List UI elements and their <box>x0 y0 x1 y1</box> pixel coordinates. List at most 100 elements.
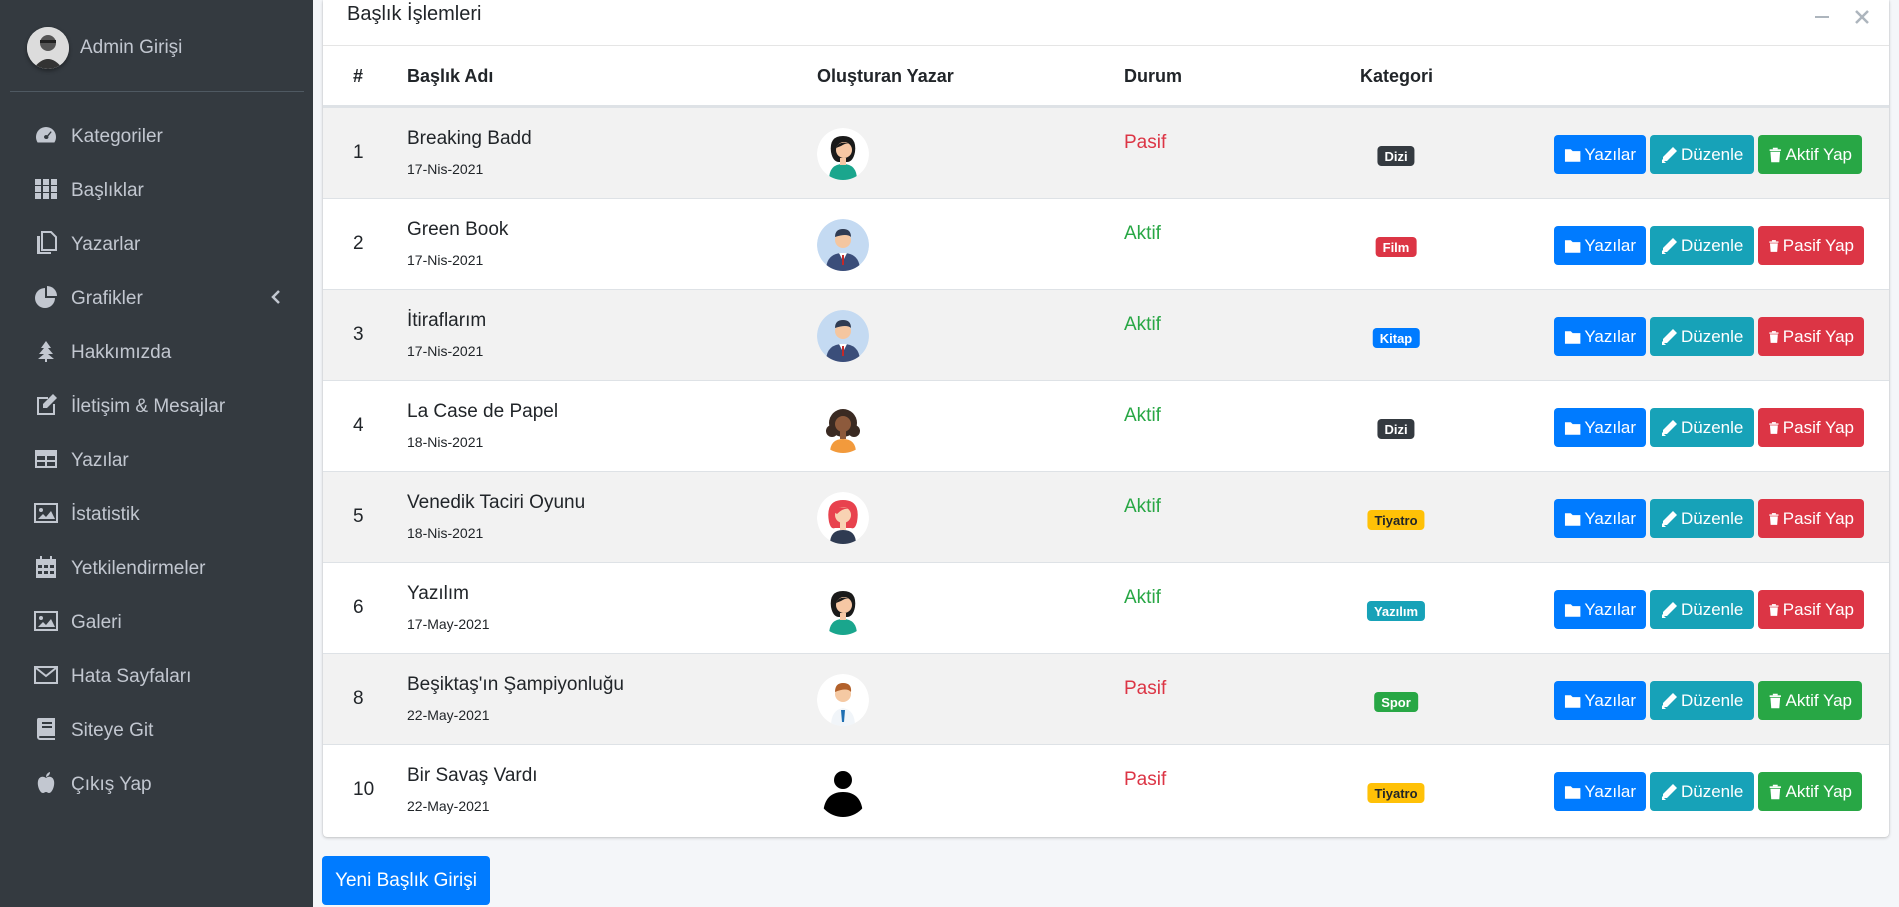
category-badge: Tiyatro <box>1367 783 1425 803</box>
posts-button[interactable]: Yazılar <box>1554 317 1646 356</box>
toggle-button-label: Aktif Yap <box>1785 690 1852 710</box>
sidebar-item-cikis-yap[interactable]: Çıkış Yap <box>0 757 313 811</box>
sidebar-item-hakkimizda[interactable]: Hakkımızda <box>0 325 313 379</box>
tree-icon <box>38 341 54 362</box>
sidebar-item-iletisim[interactable]: İletişim & Mesajlar <box>0 379 313 433</box>
edit-button-label: Düzenle <box>1681 417 1744 437</box>
sidebar-item-hata-sayfalari[interactable]: Hata Sayfaları <box>0 649 313 703</box>
chevron-left-icon[interactable] <box>269 289 283 305</box>
row-title: Breaking Badd <box>407 128 532 149</box>
posts-button[interactable]: Yazılar <box>1554 408 1646 447</box>
row-index: 3 <box>353 324 364 345</box>
sidebar-item-label: Hata Sayfaları <box>71 666 192 687</box>
sidebar-item-galeri[interactable]: Galeri <box>0 595 313 649</box>
pencil-icon <box>1662 419 1677 436</box>
sidebar-item-kategoriler[interactable]: Kategoriler <box>0 109 313 163</box>
sidebar-item-yazarlar[interactable]: Yazarlar <box>0 217 313 271</box>
deactivate-button[interactable]: Pasif Yap <box>1758 408 1864 447</box>
row-index: 10 <box>353 779 375 800</box>
folder-icon <box>1564 330 1581 344</box>
row-date: 17-Nis-2021 <box>407 161 484 177</box>
activate-button[interactable]: Aktif Yap <box>1758 135 1862 174</box>
row-date: 17-Nis-2021 <box>407 343 484 359</box>
trash-icon <box>1769 147 1781 162</box>
table-header: # Başlık Adı Oluşturan Yazar Durum Kateg… <box>323 46 1889 107</box>
activate-button[interactable]: Aktif Yap <box>1758 681 1862 720</box>
posts-button-label: Yazılar <box>1584 781 1636 801</box>
author-avatar <box>817 401 869 453</box>
sidebar-item-istatistik[interactable]: İstatistik <box>0 487 313 541</box>
row-date: 17-Nis-2021 <box>407 252 484 268</box>
image-icon <box>34 611 58 631</box>
edit-button[interactable]: Düzenle <box>1650 135 1754 174</box>
posts-button[interactable]: Yazılar <box>1554 590 1646 629</box>
sidebar: Admin Girişi Kategoriler Başlıklar Yazar… <box>0 0 313 907</box>
row-index: 2 <box>353 233 364 254</box>
deactivate-button[interactable]: Pasif Yap <box>1758 226 1864 265</box>
posts-button-label: Yazılar <box>1584 508 1636 528</box>
toggle-button-label: Pasif Yap <box>1782 417 1854 437</box>
table-row: 2 Green Book 17-Nis-2021 Aktif Film Yazılar Dü… <box>323 198 1889 289</box>
status-text: Aktif <box>1124 405 1161 426</box>
row-date: 22-May-2021 <box>407 707 490 723</box>
row-title: İtiraflarım <box>407 310 487 331</box>
sidebar-item-siteye-git[interactable]: Siteye Git <box>0 703 313 757</box>
edit-button[interactable]: Düzenle <box>1650 226 1754 265</box>
sidebar-item-yazilar[interactable]: Yazılar <box>0 433 313 487</box>
column-header-status: Durum <box>1124 66 1182 86</box>
posts-button[interactable]: Yazılar <box>1554 681 1646 720</box>
deactivate-button[interactable]: Pasif Yap <box>1758 499 1864 538</box>
posts-button-label: Yazılar <box>1584 326 1636 346</box>
admin-avatar[interactable] <box>27 27 69 69</box>
pencil-icon <box>1662 237 1677 254</box>
minimize-icon[interactable] <box>1813 8 1831 26</box>
table-row: 4 La Case de Papel 18-Nis-2021 Aktif Dizi Yaz… <box>323 380 1889 471</box>
posts-button-label: Yazılar <box>1584 235 1636 255</box>
column-header-category: Kategori <box>1360 66 1434 86</box>
close-icon[interactable] <box>1853 8 1871 26</box>
grid-icon <box>35 179 57 199</box>
author-avatar <box>817 128 869 180</box>
activate-button[interactable]: Aktif Yap <box>1758 772 1862 811</box>
posts-button[interactable]: Yazılar <box>1554 226 1646 265</box>
sidebar-item-label: Yazarlar <box>71 234 141 255</box>
toggle-button-label: Pasif Yap <box>1782 235 1854 255</box>
edit-button[interactable]: Düzenle <box>1650 408 1754 447</box>
sidebar-item-label: İstatistik <box>71 504 140 525</box>
table-row: 8 Beşiktaş'ın Şampiyonluğu 22-May-2021 Pasi… <box>323 653 1889 744</box>
table-row: 1 Breaking Badd 17-Nis-2021 Pasif Dizi Yazıla… <box>323 107 1889 198</box>
toggle-button-label: Pasif Yap <box>1782 326 1854 346</box>
new-title-button[interactable]: Yeni Başlık Girişi <box>322 856 490 905</box>
posts-button[interactable]: Yazılar <box>1554 499 1646 538</box>
posts-button[interactable]: Yazılar <box>1554 772 1646 811</box>
deactivate-button[interactable]: Pasif Yap <box>1758 317 1864 356</box>
posts-button[interactable]: Yazılar <box>1554 135 1646 174</box>
row-title: Beşiktaş'ın Şampiyonluğu <box>407 674 624 695</box>
sidebar-item-label: Yazılar <box>71 450 129 471</box>
admin-name[interactable]: Admin Girişi <box>80 37 182 59</box>
status-text: Pasif <box>1124 769 1167 790</box>
edit-button[interactable]: Düzenle <box>1650 772 1754 811</box>
posts-button-label: Yazılar <box>1584 144 1636 164</box>
edit-button[interactable]: Düzenle <box>1650 499 1754 538</box>
author-avatar <box>817 674 869 726</box>
edit-button[interactable]: Düzenle <box>1650 681 1754 720</box>
sidebar-item-label: Hakkımızda <box>71 342 172 363</box>
calendar-icon <box>36 556 56 578</box>
trash-icon <box>1769 512 1779 525</box>
sidebar-item-grafikler[interactable]: Grafikler <box>0 271 313 325</box>
sidebar-item-basliklar[interactable]: Başlıklar <box>0 163 313 217</box>
author-avatar <box>817 219 869 271</box>
toggle-button-label: Pasif Yap <box>1782 599 1854 619</box>
category-badge: Dizi <box>1377 146 1415 166</box>
trash-icon <box>1769 693 1781 708</box>
status-text: Aktif <box>1124 496 1161 517</box>
deactivate-button[interactable]: Pasif Yap <box>1758 590 1864 629</box>
sidebar-item-label: Kategoriler <box>71 126 163 147</box>
row-date: 22-May-2021 <box>407 798 490 814</box>
sidebar-item-yetkilendirmeler[interactable]: Yetkilendirmeler <box>0 541 313 595</box>
edit-button[interactable]: Düzenle <box>1650 317 1754 356</box>
folder-icon <box>1564 694 1581 708</box>
edit-button[interactable]: Düzenle <box>1650 590 1754 629</box>
row-index: 1 <box>353 142 364 163</box>
